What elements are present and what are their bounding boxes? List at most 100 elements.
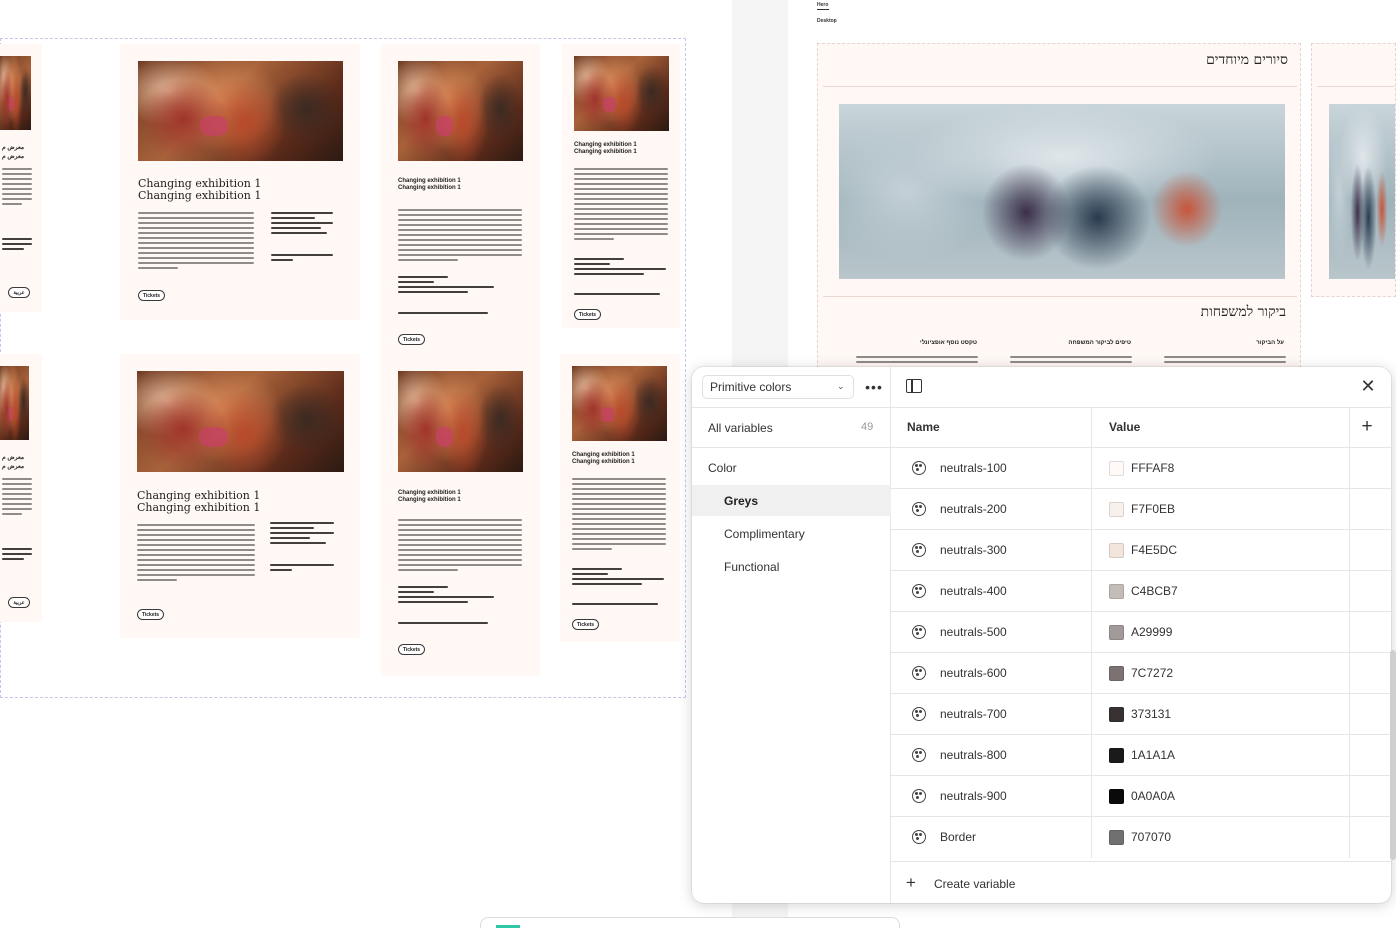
color-swatch[interactable] <box>1109 461 1124 476</box>
color-swatch[interactable] <box>1109 830 1124 845</box>
column-header-name[interactable]: Name <box>907 407 940 447</box>
color-variable-icon <box>912 502 926 516</box>
color-swatch[interactable] <box>1109 748 1124 763</box>
variable-row[interactable]: neutrals-300 F4E5DC <box>891 529 1391 570</box>
variable-name[interactable]: Border <box>940 830 976 844</box>
color-swatch[interactable] <box>1109 543 1124 558</box>
variable-value[interactable]: A29999 <box>1131 625 1172 639</box>
group-color[interactable]: Color <box>708 461 737 475</box>
card-title: Changing exhibition 1 <box>398 497 461 503</box>
variable-row[interactable]: neutrals-500 A29999 <box>891 611 1391 652</box>
variable-value[interactable]: 707070 <box>1131 830 1171 844</box>
color-swatch[interactable] <box>1109 584 1124 599</box>
card-medium-top[interactable]: Changing exhibition 1 Changing exhibitio… <box>381 44 540 356</box>
card-photo <box>0 56 31 130</box>
create-variable-button[interactable]: + Create variable <box>891 861 1391 903</box>
card-medium-bottom[interactable]: Changing exhibition 1 Changing exhibitio… <box>381 354 540 676</box>
card-body-text <box>2 478 32 518</box>
variable-name[interactable]: neutrals-600 <box>940 666 1007 680</box>
column-header-value[interactable]: Value <box>1109 407 1140 447</box>
variable-row[interactable]: neutrals-100 FFFAF8 <box>891 447 1391 488</box>
variable-name[interactable]: neutrals-300 <box>940 543 1007 557</box>
chevron-down-icon: ⌄ <box>837 381 845 391</box>
more-options-icon[interactable]: ••• <box>862 375 886 399</box>
color-variable-icon <box>912 584 926 598</box>
hero-frame-partial[interactable] <box>1311 43 1396 297</box>
hero-photo <box>839 104 1285 279</box>
color-variable-icon <box>912 789 926 803</box>
variable-value[interactable]: 1A1A1A <box>1131 748 1175 762</box>
color-variable-icon <box>912 666 926 680</box>
variable-value[interactable]: C4BCB7 <box>1131 584 1178 598</box>
variable-value[interactable]: 7C7272 <box>1131 666 1173 680</box>
variable-value[interactable]: F4E5DC <box>1131 543 1177 557</box>
variable-name[interactable]: neutrals-500 <box>940 625 1007 639</box>
tickets-button[interactable]: Tickets <box>137 609 164 620</box>
close-icon[interactable]: ✕ <box>1359 377 1377 395</box>
variable-name[interactable]: neutrals-100 <box>940 461 1007 475</box>
variable-value[interactable]: 0A0A0A <box>1131 789 1175 803</box>
tickets-button[interactable]: Tickets <box>138 290 165 301</box>
card-narrow-top[interactable]: Changing exhibition 1 Changing exhibitio… <box>562 44 680 328</box>
card-title: Changing exhibition 1 <box>398 178 461 184</box>
variable-value[interactable]: 373131 <box>1131 707 1171 721</box>
variable-row[interactable]: neutrals-600 7C7272 <box>891 652 1391 693</box>
card-photo <box>0 366 29 440</box>
group-item-functional[interactable]: Functional <box>692 551 891 582</box>
group-item-complimentary[interactable]: Complimentary <box>692 518 891 549</box>
card-narrow-bottom[interactable]: Changing exhibition 1 Changing exhibitio… <box>560 354 680 642</box>
hero-col-text <box>856 356 978 366</box>
variable-name[interactable]: neutrals-700 <box>940 707 1007 721</box>
card-photo <box>572 366 667 441</box>
variable-name[interactable]: neutrals-200 <box>940 502 1007 516</box>
add-mode-icon[interactable]: + <box>1357 417 1377 437</box>
variable-row[interactable]: Border 707070 <box>891 816 1391 857</box>
card-title: Changing exhibition 1 <box>398 490 461 496</box>
card-title: Changing exhibition 1 <box>138 177 262 190</box>
variable-value[interactable]: FFFAF8 <box>1131 461 1174 475</box>
variable-row[interactable]: neutrals-800 1A1A1A <box>891 734 1391 775</box>
tickets-button[interactable]: Tickets <box>572 619 599 630</box>
card-note-text <box>270 564 334 574</box>
hero-heading-tours: סיורים מיוחדים <box>1206 52 1288 68</box>
frame-label-desktop[interactable]: Desktop <box>817 18 837 24</box>
tickets-button[interactable]: Tickets <box>398 334 425 345</box>
color-swatch[interactable] <box>1109 502 1124 517</box>
card-body-text <box>572 478 666 553</box>
card-wide-bottom[interactable]: Changing exhibition 1 Changing exhibitio… <box>120 354 360 638</box>
card-title: Changing exhibition 1 <box>572 452 635 458</box>
tickets-button[interactable]: Tickets <box>574 309 601 320</box>
all-variables-item[interactable]: All variables <box>708 421 773 435</box>
variable-row[interactable]: neutrals-900 0A0A0A <box>891 775 1391 816</box>
bottom-toolbar[interactable] <box>480 917 900 928</box>
color-swatch[interactable] <box>1109 789 1124 804</box>
collection-dropdown[interactable]: Primitive colors ⌄ <box>702 375 854 399</box>
tickets-button[interactable]: Tickets <box>398 644 425 655</box>
hero-divider <box>823 86 1297 87</box>
card-title-arabic: معرض م <box>2 464 25 470</box>
variable-row[interactable]: neutrals-200 F7F0EB <box>891 488 1391 529</box>
hero-col-title: על הביקור <box>1256 340 1284 346</box>
canvas-scrollbar[interactable] <box>1390 650 1396 860</box>
variable-name[interactable]: neutrals-800 <box>940 748 1007 762</box>
tickets-button[interactable]: عربية <box>8 287 30 298</box>
variable-value[interactable]: F7F0EB <box>1131 502 1175 516</box>
card-partial-bottom[interactable]: معرض م معرض م عربية <box>0 354 42 622</box>
variables-panel[interactable]: Primitive colors ⌄ ••• All variables 49 … <box>692 367 1391 903</box>
color-swatch[interactable] <box>1109 666 1124 681</box>
hero-frame[interactable]: סיורים מיוחדים ביקור למשפחות על הביקור ט… <box>817 43 1301 373</box>
card-wide-top[interactable]: Changing exhibition 1 Changing exhibitio… <box>120 44 360 320</box>
frame-label-hero[interactable]: Hero <box>817 2 828 8</box>
variable-row[interactable]: neutrals-700 373131 <box>891 693 1391 734</box>
color-swatch[interactable] <box>1109 707 1124 722</box>
variable-name[interactable]: neutrals-400 <box>940 584 1007 598</box>
card-partial-top[interactable]: معرض م معرض م عربية <box>0 44 42 312</box>
sidebar-toggle-icon[interactable] <box>906 379 922 393</box>
collections-sidebar: Primitive colors ⌄ ••• All variables 49 … <box>692 367 891 903</box>
color-swatch[interactable] <box>1109 625 1124 640</box>
tickets-button[interactable]: عربية <box>8 597 30 608</box>
group-item-greys[interactable]: Greys <box>692 485 891 516</box>
variable-row[interactable]: neutrals-400 C4BCB7 <box>891 570 1391 611</box>
variable-name[interactable]: neutrals-900 <box>940 789 1007 803</box>
hero-photo <box>1329 104 1395 279</box>
